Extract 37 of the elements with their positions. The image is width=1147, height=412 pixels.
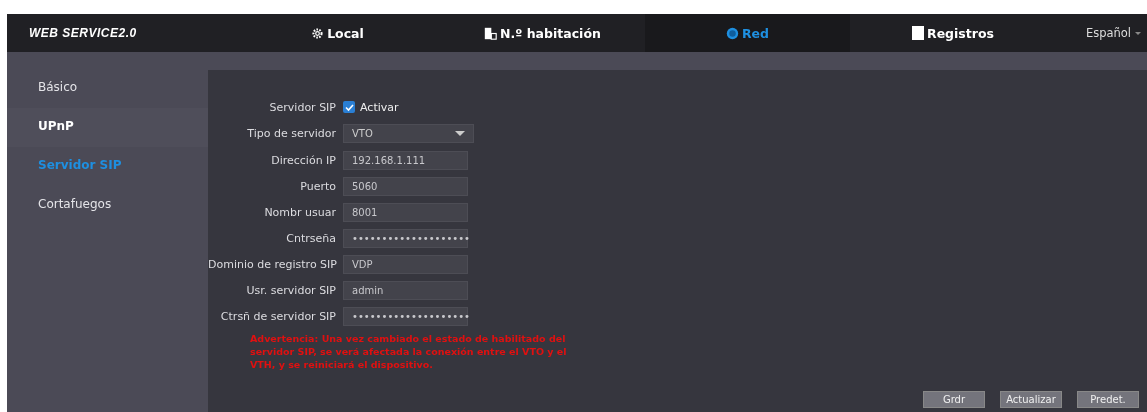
field-label: Tipo de servidor [246, 126, 337, 140]
field-label: Dirección IP [270, 153, 337, 167]
gear-icon [311, 26, 325, 40]
action-button[interactable]: Actualizar [1000, 391, 1062, 408]
document-icon [911, 26, 924, 40]
sidebar-item[interactable]: Cortafuegos [7, 186, 208, 225]
checkbox-label: Activar [360, 100, 399, 114]
field-label: Dominio de registro SIP [208, 257, 338, 271]
server-type-select[interactable]: VTO [343, 123, 474, 143]
building-icon [484, 26, 498, 40]
nav-tab[interactable]: Local [235, 14, 440, 52]
nav-tab[interactable]: N.º habitación [440, 14, 645, 52]
field-label: Servidor SIP [268, 100, 337, 114]
globe-icon [725, 26, 739, 40]
checkbox[interactable] [343, 101, 355, 113]
warning-text: Advertencia: Una vez cambiado el estado de habilitado del servidor SIP, se verá afectada la conexión entre el VTO y el VTH, y se reiniciará el dispositivo. [250, 332, 568, 371]
field-label: Usr. servidor SIP [245, 283, 337, 297]
language-select[interactable]: Español [1055, 14, 1147, 52]
sidebar-item[interactable]: UPnP [7, 108, 208, 147]
nav-tab[interactable]: Red [645, 14, 850, 52]
action-button[interactable]: Grdr [923, 391, 985, 408]
input-field[interactable]: 8001 [343, 202, 468, 222]
action-button[interactable]: Predet. [1077, 391, 1139, 408]
field-label: Nombr usuar [263, 205, 337, 219]
logo: WEB SERVICE2.0 [28, 26, 138, 40]
field-label: Ctrsñ de servidor SIP [219, 309, 337, 323]
input-field[interactable]: •••••••••••••••••••• [343, 306, 468, 326]
input-field[interactable]: admin [343, 280, 468, 300]
field-label: Puerto [299, 179, 337, 193]
field-label: Cntrseña [285, 231, 337, 245]
input-field[interactable]: VDP [343, 254, 468, 274]
sidebar-item[interactable]: Básico [7, 69, 208, 108]
input-field[interactable]: •••••••••••••••••••• [343, 228, 468, 248]
caret-icon [1135, 31, 1141, 35]
nav-tab[interactable]: Registros [850, 14, 1055, 52]
input-field[interactable]: 192.168.1.111 [343, 150, 468, 170]
input-field[interactable]: 5060 [343, 176, 468, 196]
